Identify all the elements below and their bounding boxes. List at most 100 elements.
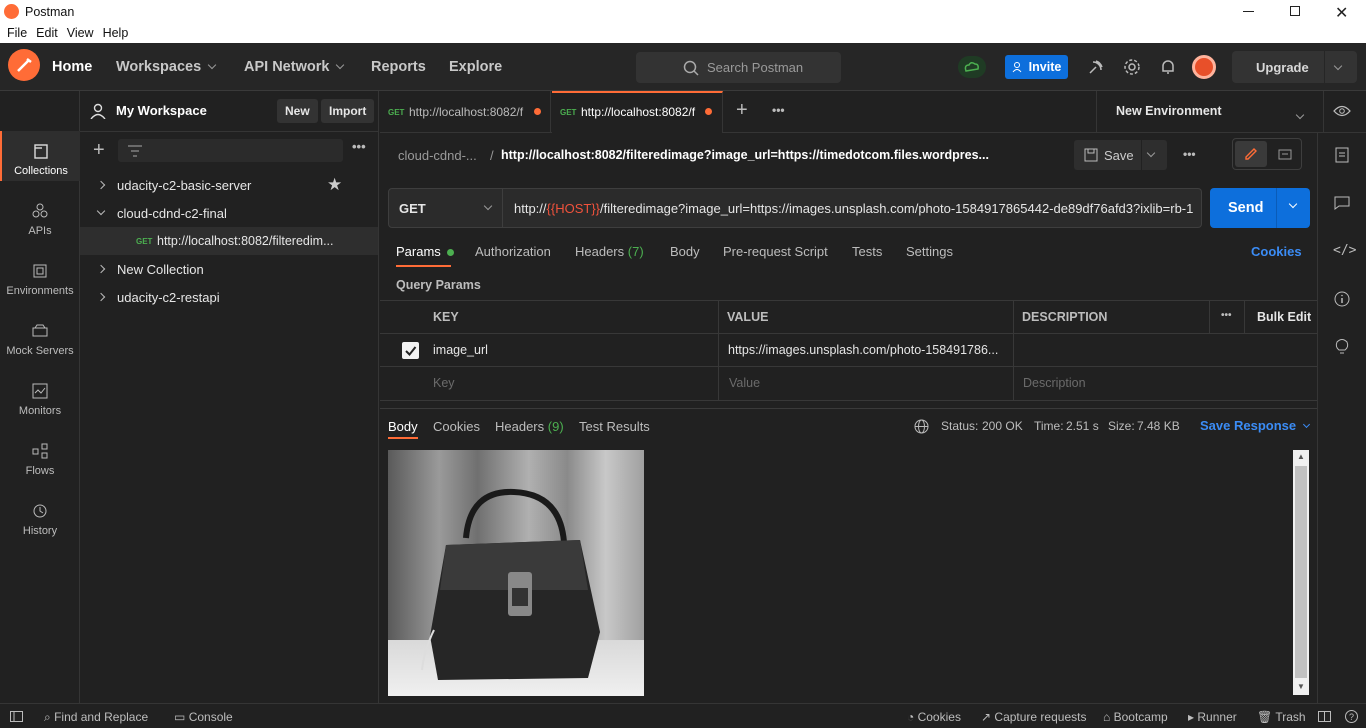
cookies-link[interactable]: Cookies xyxy=(1251,244,1302,259)
method-selector[interactable]: GET xyxy=(388,188,503,228)
help-icon[interactable]: ? xyxy=(1345,710,1358,723)
satellite-icon[interactable] xyxy=(1087,58,1105,76)
comments-icon[interactable] xyxy=(1334,196,1350,210)
response-tab-headers[interactable]: Headers (9) xyxy=(495,419,564,434)
bulk-edit-button[interactable]: Bulk Edit xyxy=(1245,301,1317,334)
breadcrumb-parent[interactable]: cloud-cdnd-... xyxy=(398,148,477,163)
lightbulb-icon[interactable] xyxy=(1334,338,1350,356)
param-description[interactable] xyxy=(1014,334,1317,367)
request-tab-active[interactable]: GET http://localhost:8082/f xyxy=(552,91,723,133)
new-param-description[interactable]: Description xyxy=(1023,376,1086,390)
star-icon[interactable]: ★ xyxy=(327,175,342,195)
collection-item[interactable]: udacity-c2-basic-server ★ xyxy=(80,171,378,199)
console-button[interactable]: ▭ Console xyxy=(174,710,233,724)
globe-icon[interactable] xyxy=(914,419,929,434)
url-input[interactable]: http://{{HOST}}/filteredimage?image_url=… xyxy=(503,188,1202,228)
request-tab[interactable]: GET http://localhost:8082/f xyxy=(380,91,551,133)
time-value[interactable]: 2.51 s xyxy=(1066,419,1099,433)
new-param-value[interactable]: Value xyxy=(729,376,760,390)
minimize-button[interactable] xyxy=(1243,11,1254,12)
collection-item[interactable]: cloud-cdnd-c2-final xyxy=(80,199,378,227)
restore-button[interactable] xyxy=(1290,6,1300,16)
tab-authorization[interactable]: Authorization xyxy=(475,244,551,259)
find-replace-button[interactable]: ⌕ Find and Replace xyxy=(44,710,148,725)
capture-requests-button[interactable]: ↗ Capture requests xyxy=(981,710,1086,724)
nav-workspaces[interactable]: Workspaces xyxy=(116,59,217,75)
menu-help[interactable]: Help xyxy=(103,26,129,40)
response-tab-test-results[interactable]: Test Results xyxy=(579,419,650,434)
trash-button[interactable]: 🗑 Trash xyxy=(1257,710,1306,724)
param-key[interactable]: image_url xyxy=(433,343,488,357)
tab-settings[interactable]: Settings xyxy=(906,244,953,259)
close-button[interactable]: ✕ xyxy=(1335,3,1348,23)
menu-file[interactable]: File xyxy=(7,26,27,40)
status-value[interactable]: 200 OK xyxy=(982,419,1023,433)
pane-divider[interactable] xyxy=(380,408,1317,409)
page-title[interactable]: http://localhost:8082/filteredimage?imag… xyxy=(501,148,989,162)
new-param-key[interactable]: Key xyxy=(433,376,455,390)
tab-headers[interactable]: Headers (7) xyxy=(575,244,644,259)
request-options-icon[interactable]: ••• xyxy=(1183,147,1196,161)
nav-explore[interactable]: Explore xyxy=(449,59,502,75)
rail-monitors[interactable]: Monitors xyxy=(0,383,80,417)
menu-view[interactable]: View xyxy=(67,26,94,40)
edit-mode-button[interactable] xyxy=(1235,141,1267,167)
workspace-name[interactable]: My Workspace xyxy=(116,103,207,118)
add-tab-icon[interactable]: + xyxy=(736,99,748,122)
collection-item[interactable]: udacity-c2-restapi xyxy=(80,283,378,311)
more-options-icon[interactable]: ••• xyxy=(352,139,366,154)
rail-environments[interactable]: Environments xyxy=(0,263,80,297)
tab-pre-request-script[interactable]: Pre-request Script xyxy=(723,244,828,259)
rail-mock-servers[interactable]: Mock Servers xyxy=(0,323,80,357)
chevron-down-icon[interactable] xyxy=(1295,110,1305,120)
sync-cloud-icon[interactable] xyxy=(958,56,986,78)
tab-body[interactable]: Body xyxy=(670,244,700,259)
response-tab-body[interactable]: Body xyxy=(388,419,418,434)
comment-mode-icon[interactable] xyxy=(1278,149,1292,161)
bell-icon[interactable] xyxy=(1159,58,1177,76)
add-collection-icon[interactable]: + xyxy=(93,139,105,162)
scroll-down-icon[interactable]: ▼ xyxy=(1297,682,1305,691)
runner-button[interactable]: ▸ Runner xyxy=(1188,710,1237,724)
param-value[interactable]: https://images.unsplash.com/photo-158491… xyxy=(728,343,998,357)
info-icon[interactable] xyxy=(1334,291,1350,307)
nav-home[interactable]: Home xyxy=(52,59,92,75)
rail-collections[interactable]: Collections xyxy=(0,131,80,181)
cookies-button[interactable]: ◔ Cookies xyxy=(907,710,961,724)
tab-params[interactable]: Params xyxy=(396,244,455,259)
rail-history[interactable]: History xyxy=(0,503,80,537)
avatar[interactable] xyxy=(1192,55,1216,79)
table-options-icon[interactable]: ••• xyxy=(1221,310,1232,321)
param-checkbox[interactable] xyxy=(402,342,419,359)
tab-options-icon[interactable]: ••• xyxy=(772,103,785,117)
save-options-button[interactable] xyxy=(1142,140,1167,170)
nav-api-network[interactable]: API Network xyxy=(244,59,345,75)
postman-logo-icon[interactable] xyxy=(8,49,40,81)
rail-apis[interactable]: APIs xyxy=(0,203,80,237)
save-button[interactable]: Save xyxy=(1074,140,1141,170)
upgrade-button[interactable]: Upgrade xyxy=(1232,51,1357,83)
nav-reports[interactable]: Reports xyxy=(371,59,426,75)
tab-tests[interactable]: Tests xyxy=(852,244,882,259)
scroll-up-icon[interactable]: ▲ xyxy=(1297,452,1305,461)
sidebar-toggle-icon[interactable] xyxy=(10,711,23,722)
code-icon[interactable]: </> xyxy=(1333,243,1356,258)
save-response-button[interactable]: Save Response xyxy=(1200,418,1311,433)
bootcamp-button[interactable]: ⌂ Bootcamp xyxy=(1103,710,1168,724)
invite-button[interactable]: Invite xyxy=(1005,55,1068,79)
size-value[interactable]: 7.48 KB xyxy=(1137,419,1180,433)
filter-input[interactable] xyxy=(118,139,343,162)
request-item[interactable]: GET http://localhost:8082/filteredim... xyxy=(80,227,378,255)
menu-edit[interactable]: Edit xyxy=(36,26,58,40)
response-scrollbar[interactable]: ▲ ▼ xyxy=(1293,450,1309,695)
import-button[interactable]: Import xyxy=(321,99,375,123)
settings-icon[interactable] xyxy=(1123,58,1141,76)
send-button[interactable]: Send xyxy=(1210,188,1310,228)
environment-selector[interactable]: New Environment xyxy=(1116,104,1222,118)
eye-icon[interactable] xyxy=(1333,105,1351,117)
layout-icon[interactable] xyxy=(1318,711,1331,722)
documentation-icon[interactable] xyxy=(1335,147,1349,163)
response-tab-cookies[interactable]: Cookies xyxy=(433,419,480,434)
rail-flows[interactable]: Flows xyxy=(0,443,80,477)
collection-item[interactable]: New Collection xyxy=(80,255,378,283)
